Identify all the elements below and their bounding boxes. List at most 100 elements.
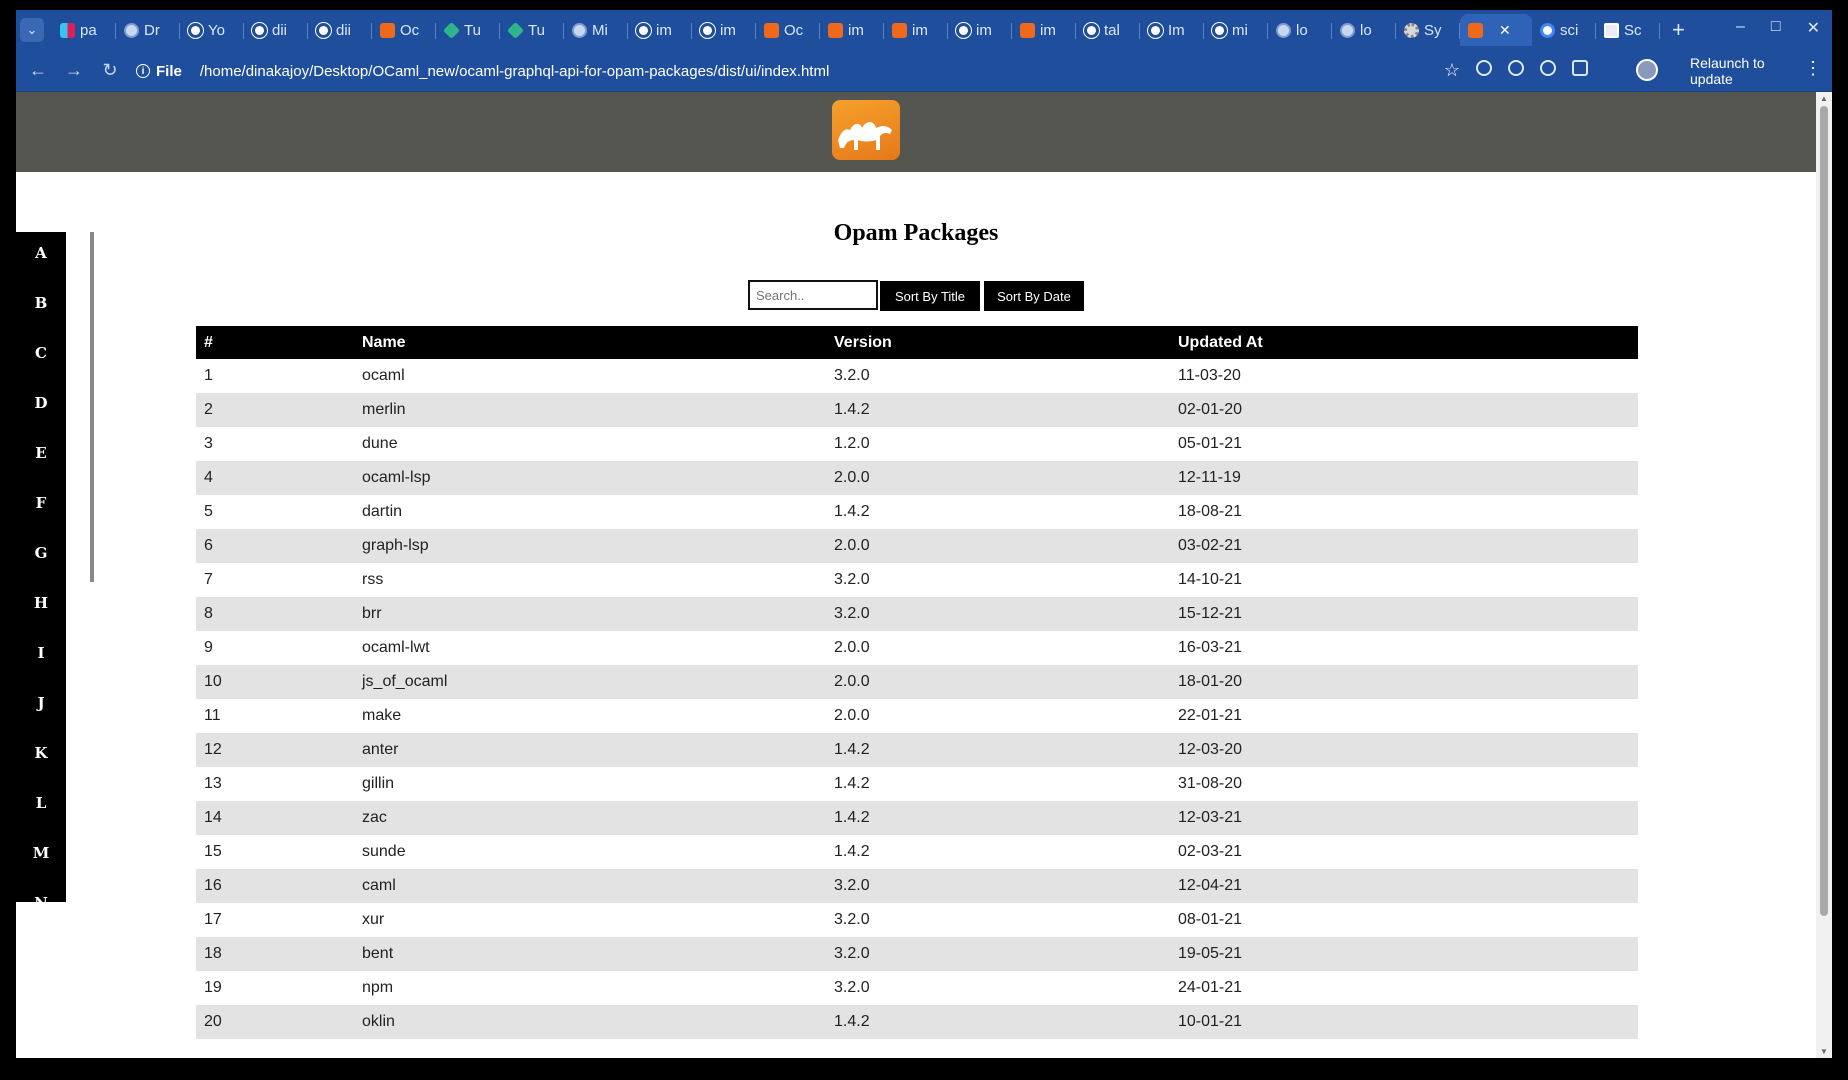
gear-icon bbox=[1404, 22, 1419, 38]
scrollbar-thumb[interactable] bbox=[1820, 106, 1828, 916]
forward-button[interactable]: → bbox=[56, 53, 92, 89]
table-row[interactable]: 9 ocaml-lwt 2.0.0 16-03-21 bbox=[196, 631, 1638, 665]
column-header-updated[interactable]: Updated At bbox=[1170, 326, 1638, 359]
table-row[interactable]: 16 caml 3.2.0 12-04-21 bbox=[196, 869, 1638, 903]
extension-icon[interactable] bbox=[1540, 60, 1556, 76]
tab[interactable]: im bbox=[948, 14, 1012, 46]
letter-link[interactable]: M bbox=[16, 844, 66, 862]
cell-version: 1.4.2 bbox=[834, 401, 870, 418]
letter-link[interactable]: E bbox=[16, 444, 66, 462]
tab[interactable]: dii bbox=[308, 14, 372, 46]
new-tab-button[interactable]: + bbox=[1672, 17, 1685, 43]
tab[interactable]: Im bbox=[1140, 14, 1204, 46]
profile-avatar[interactable] bbox=[1636, 59, 1658, 81]
letter-link[interactable]: G bbox=[16, 544, 66, 562]
menu-icon[interactable]: ⋮ bbox=[1804, 58, 1822, 79]
letter-link[interactable]: H bbox=[16, 594, 66, 612]
table-row[interactable]: 20 oklin 1.4.2 10-01-21 bbox=[196, 1005, 1638, 1039]
tab[interactable]: Dr bbox=[116, 14, 180, 46]
tab[interactable]: im bbox=[692, 14, 756, 46]
tab[interactable]: Oc bbox=[756, 14, 820, 46]
ocaml-logo[interactable] bbox=[832, 100, 900, 160]
maximize-icon[interactable]: □ bbox=[1771, 18, 1781, 38]
letter-link[interactable]: C bbox=[16, 344, 66, 362]
letter-link[interactable]: F bbox=[16, 494, 66, 512]
letter-link[interactable]: B bbox=[16, 294, 66, 312]
tab[interactable]: Sc bbox=[1596, 14, 1660, 46]
column-header-version[interactable]: Version bbox=[826, 326, 1170, 359]
reload-button[interactable]: ↻ bbox=[92, 53, 128, 89]
tab[interactable]: dii bbox=[244, 14, 308, 46]
globe-icon bbox=[1276, 22, 1291, 38]
column-header-index[interactable]: # bbox=[196, 326, 354, 359]
letter-link[interactable]: J bbox=[16, 694, 66, 712]
tab[interactable]: Mi bbox=[564, 14, 628, 46]
address-bar[interactable]: i File /home/dinakajoy/Desktop/OCaml_new… bbox=[136, 54, 1466, 88]
table-row[interactable]: 2 merlin 1.4.2 02-01-20 bbox=[196, 393, 1638, 427]
tab[interactable]: Yo bbox=[180, 14, 244, 46]
column-header-name[interactable]: Name bbox=[354, 326, 826, 359]
scroll-up-arrow-icon[interactable]: ▲ bbox=[1820, 94, 1828, 103]
tab[interactable]: Oc bbox=[372, 14, 436, 46]
tab[interactable]: mi bbox=[1204, 14, 1268, 46]
tab[interactable]: Tu bbox=[436, 14, 500, 46]
back-button[interactable]: ← bbox=[20, 53, 56, 89]
sort-by-title-button[interactable]: Sort By Title bbox=[880, 281, 980, 311]
cell-updated: 16-03-21 bbox=[1178, 639, 1243, 656]
tab[interactable]: Tu bbox=[500, 14, 564, 46]
letter-link[interactable]: I bbox=[16, 644, 66, 662]
letter-link[interactable]: K bbox=[16, 744, 66, 762]
tab[interactable]: im bbox=[884, 14, 948, 46]
github-icon bbox=[1084, 22, 1099, 38]
table-row[interactable]: 5 dartin 1.4.2 18-08-21 bbox=[196, 495, 1638, 529]
toolbar: ← → ↻ i File /home/dinakajoy/Desktop/OCa… bbox=[16, 50, 1832, 92]
tab-search-button[interactable]: ⌄ bbox=[20, 18, 44, 42]
page-scrollbar[interactable]: ▲ ▼ bbox=[1816, 92, 1832, 1058]
tab[interactable]: im bbox=[628, 14, 692, 46]
tab-label: im bbox=[976, 21, 992, 39]
tab[interactable]: tal bbox=[1076, 14, 1140, 46]
letter-link[interactable]: N bbox=[16, 894, 66, 912]
scroll-down-arrow-icon[interactable]: ▼ bbox=[1820, 1047, 1828, 1056]
tab[interactable]: lo bbox=[1332, 14, 1396, 46]
table-row[interactable]: 10 js_of_ocaml 2.0.0 18-01-20 bbox=[196, 665, 1638, 699]
cell-index: 6 bbox=[204, 537, 213, 554]
sort-by-date-button[interactable]: Sort By Date bbox=[984, 281, 1084, 311]
table-row[interactable]: 3 dune 1.2.0 05-01-21 bbox=[196, 427, 1638, 461]
table-row[interactable]: 8 brr 3.2.0 15-12-21 bbox=[196, 597, 1638, 631]
tab-active[interactable]: ✕ bbox=[1460, 14, 1532, 46]
extension-icon[interactable] bbox=[1508, 60, 1524, 76]
close-window-icon[interactable]: ✕ bbox=[1807, 18, 1820, 38]
info-icon[interactable]: i bbox=[136, 64, 150, 78]
close-tab-icon[interactable]: ✕ bbox=[1499, 22, 1511, 39]
tab[interactable]: lo bbox=[1268, 14, 1332, 46]
table-row[interactable]: 7 rss 3.2.0 14-10-21 bbox=[196, 563, 1638, 597]
ocaml-icon bbox=[380, 22, 395, 38]
table-row[interactable]: 1 ocaml 3.2.0 11-03-20 bbox=[196, 359, 1638, 393]
letter-link[interactable]: D bbox=[16, 394, 66, 412]
table-row[interactable]: 15 sunde 1.4.2 02-03-21 bbox=[196, 835, 1638, 869]
table-row[interactable]: 11 make 2.0.0 22-01-21 bbox=[196, 699, 1638, 733]
tab[interactable]: sci bbox=[1532, 14, 1596, 46]
table-row[interactable]: 6 graph-lsp 2.0.0 03-02-21 bbox=[196, 529, 1638, 563]
url-text[interactable]: /home/dinakajoy/Desktop/OCaml_new/ocaml-… bbox=[200, 63, 829, 80]
tab-label: pa bbox=[80, 21, 97, 39]
tab[interactable]: pa bbox=[52, 14, 116, 46]
table-row[interactable]: 4 ocaml-lsp 2.0.0 12-11-19 bbox=[196, 461, 1638, 495]
bookmark-star-icon[interactable]: ☆ bbox=[1444, 60, 1460, 81]
table-row[interactable]: 12 anter 1.4.2 12-03-20 bbox=[196, 733, 1638, 767]
extension-icon[interactable] bbox=[1476, 60, 1492, 76]
tab[interactable]: im bbox=[820, 14, 884, 46]
puzzle-icon[interactable] bbox=[1572, 60, 1588, 76]
tab[interactable]: Sy bbox=[1396, 14, 1460, 46]
table-row[interactable]: 19 npm 3.2.0 24-01-21 bbox=[196, 971, 1638, 1005]
table-row[interactable]: 13 gillin 1.4.2 31-08-20 bbox=[196, 767, 1638, 801]
sidebar-scrollbar[interactable] bbox=[90, 232, 94, 582]
search-input[interactable] bbox=[748, 280, 878, 310]
tab[interactable]: im bbox=[1012, 14, 1076, 46]
table-row[interactable]: 17 xur 3.2.0 08-01-21 bbox=[196, 903, 1638, 937]
table-row[interactable]: 18 bent 3.2.0 19-05-21 bbox=[196, 937, 1638, 971]
letter-link[interactable]: L bbox=[16, 794, 66, 812]
minimize-icon[interactable]: – bbox=[1736, 18, 1745, 38]
table-row[interactable]: 14 zac 1.4.2 12-03-21 bbox=[196, 801, 1638, 835]
